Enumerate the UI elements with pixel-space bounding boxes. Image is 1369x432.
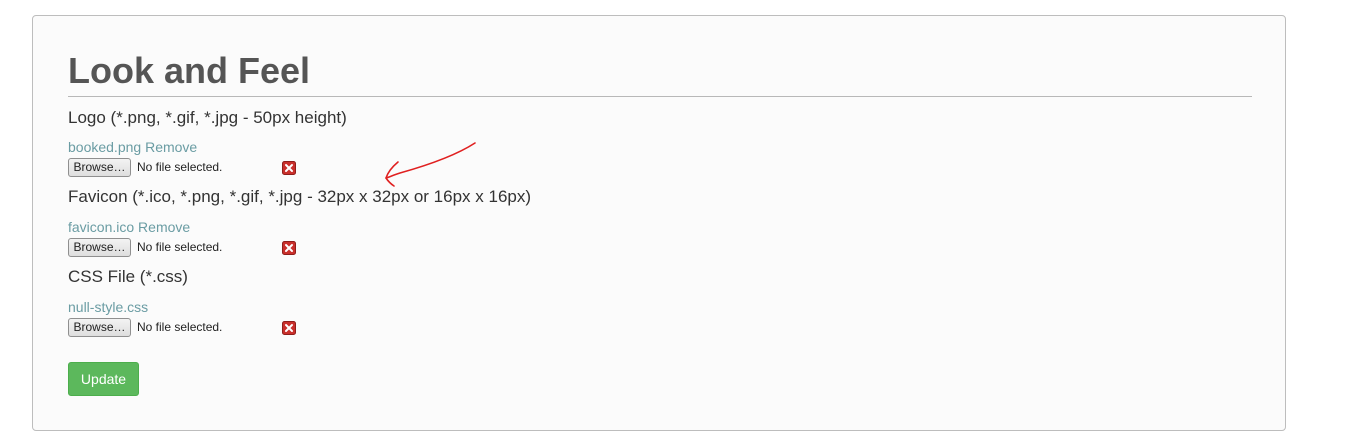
css-current-file-line: null-style.css [68, 299, 148, 315]
favicon-file-status: No file selected. [137, 240, 223, 254]
favicon-current-file-link[interactable]: favicon.ico [68, 219, 134, 235]
logo-remove-link[interactable]: Remove [145, 139, 197, 155]
favicon-current-file-line: favicon.ico Remove [68, 219, 190, 235]
favicon-clear-icon[interactable] [282, 241, 296, 255]
page-title: Look and Feel [68, 50, 311, 91]
logo-current-file-line: booked.png Remove [68, 139, 197, 155]
favicon-remove-link[interactable]: Remove [138, 219, 190, 235]
logo-browse-button[interactable]: Browse… [68, 158, 131, 177]
logo-section-label: Logo (*.png, *.gif, *.jpg - 50px height) [68, 108, 347, 127]
title-divider [68, 96, 1252, 97]
logo-current-file-link[interactable]: booked.png [68, 139, 141, 155]
css-section-label: CSS File (*.css) [68, 267, 188, 286]
css-current-file-link[interactable]: null-style.css [68, 299, 148, 315]
logo-file-status: No file selected. [137, 160, 223, 174]
favicon-browse-button[interactable]: Browse… [68, 238, 131, 257]
favicon-section-label: Favicon (*.ico, *.png, *.gif, *.jpg - 32… [68, 187, 532, 206]
update-button[interactable]: Update [68, 362, 139, 396]
css-clear-icon[interactable] [282, 321, 296, 335]
css-browse-button[interactable]: Browse… [68, 318, 131, 337]
look-and-feel-panel: Look and Feel Logo (*.png, *.gif, *.jpg … [32, 15, 1286, 431]
logo-clear-icon[interactable] [282, 161, 296, 175]
css-file-status: No file selected. [137, 320, 223, 334]
